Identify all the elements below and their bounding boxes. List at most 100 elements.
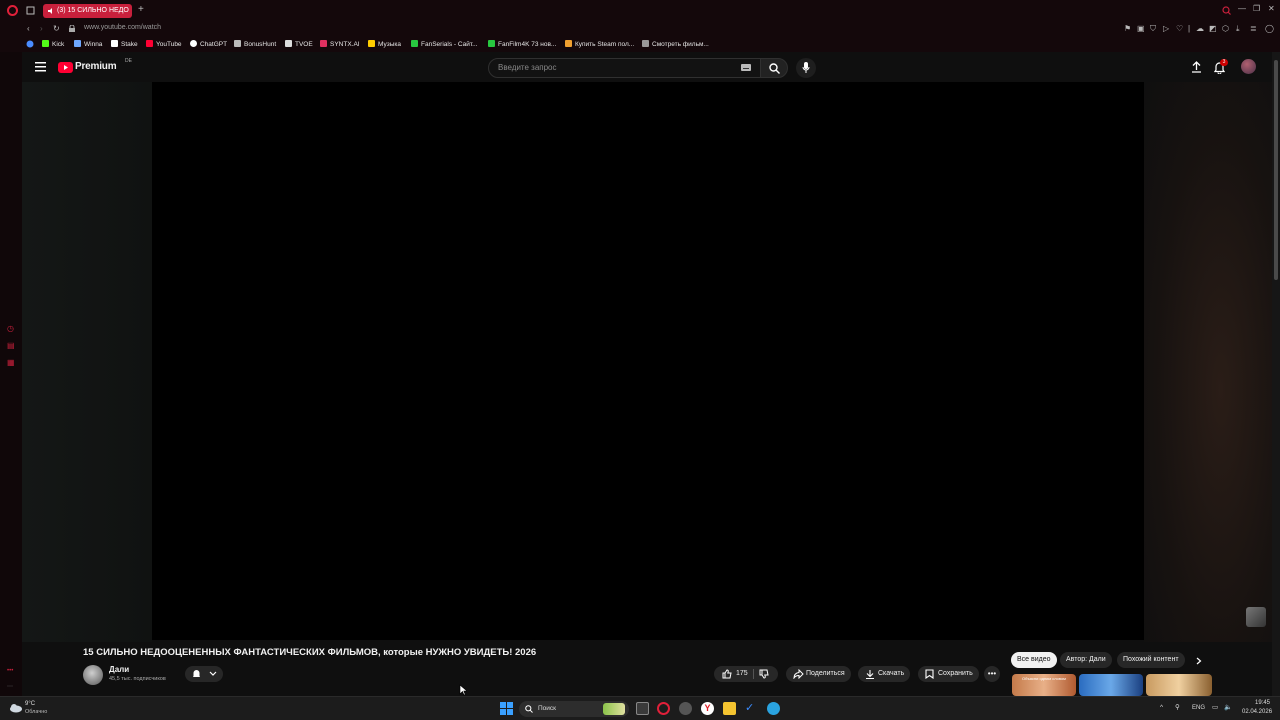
speed-dial-icon[interactable] bbox=[26, 40, 34, 48]
taskbar-search[interactable]: Поиск bbox=[519, 701, 629, 717]
share-button[interactable]: Поделиться bbox=[786, 666, 851, 682]
clock-time[interactable]: 19:45 bbox=[1255, 700, 1270, 706]
opera-taskbar-icon[interactable] bbox=[657, 702, 670, 715]
steam-shop-icon bbox=[565, 40, 572, 47]
bookmark-item[interactable]: Stake bbox=[111, 40, 138, 49]
windows-start-icon[interactable] bbox=[500, 702, 513, 715]
avatar[interactable] bbox=[1241, 59, 1256, 74]
task-view-icon[interactable] bbox=[636, 702, 649, 715]
channel-avatar[interactable] bbox=[83, 665, 103, 685]
tab-menu-icon[interactable] bbox=[26, 6, 35, 15]
scrollbar-thumb[interactable] bbox=[1274, 60, 1278, 280]
search-icon bbox=[525, 705, 533, 713]
search-input[interactable]: Введите запрос bbox=[488, 58, 772, 78]
channel-watermark[interactable] bbox=[1246, 607, 1266, 627]
bell-icon bbox=[193, 670, 200, 677]
bookmark-item[interactable]: FanFilm4K 73 нов... bbox=[488, 40, 556, 49]
bookmark-item[interactable]: YouTube bbox=[146, 40, 182, 49]
page-scrollbar[interactable] bbox=[1272, 52, 1280, 696]
weather-temp[interactable]: 9°C bbox=[25, 701, 35, 707]
play-icon[interactable]: ▷ bbox=[1163, 24, 1169, 34]
forward-button[interactable]: › bbox=[40, 24, 43, 34]
bookmark-item[interactable]: Смотреть фильм... bbox=[642, 40, 709, 49]
maximize-button[interactable]: ❐ bbox=[1253, 4, 1260, 14]
shield-icon[interactable]: ⛉ bbox=[1150, 24, 1156, 34]
voice-search-button[interactable] bbox=[796, 58, 816, 78]
bookmark-item[interactable]: Музыка bbox=[368, 40, 401, 49]
file-explorer-icon[interactable] bbox=[723, 702, 736, 715]
opera-logo-icon[interactable] bbox=[7, 5, 18, 16]
tray-app-icon[interactable]: ⚲ bbox=[1175, 703, 1180, 711]
bookmark-item[interactable]: BonusHunt bbox=[234, 40, 276, 49]
tray-overflow-icon[interactable]: ^ bbox=[1160, 704, 1163, 711]
video-player[interactable] bbox=[152, 82, 1144, 640]
extension-icon[interactable]: ◩ bbox=[1209, 24, 1217, 34]
bookmark-item[interactable]: ChatGPT bbox=[190, 40, 227, 49]
snapshot-icon[interactable]: ▣ bbox=[1137, 24, 1145, 34]
bookmark-item[interactable]: Kick bbox=[42, 40, 64, 49]
related-thumbnail[interactable]: Объясни одним словом bbox=[1012, 674, 1076, 696]
history-icon[interactable]: ◷ bbox=[7, 324, 14, 334]
clock-date[interactable]: 02.04.2026 bbox=[1242, 709, 1272, 715]
thumbs-up-icon[interactable] bbox=[722, 669, 732, 679]
language-indicator[interactable]: ENG bbox=[1192, 705, 1205, 711]
chip-all-videos[interactable]: Все видео bbox=[1011, 652, 1057, 668]
active-tab[interactable]: (3) 15 СИЛЬНО НЕДО bbox=[43, 4, 132, 18]
bookmark-item[interactable]: TVOE bbox=[285, 40, 313, 49]
save-button[interactable]: Сохранить bbox=[918, 666, 979, 682]
weather-desc[interactable]: Облачно bbox=[25, 709, 47, 715]
vscode-icon[interactable]: ✓ bbox=[745, 702, 758, 715]
chip-author[interactable]: Автор: Дали bbox=[1060, 652, 1112, 668]
back-button[interactable]: ‹ bbox=[27, 24, 30, 34]
pinboard-icon[interactable]: ▦ bbox=[7, 358, 15, 368]
related-thumbnail[interactable] bbox=[1079, 674, 1143, 696]
profile-icon[interactable]: ◯ bbox=[1265, 24, 1274, 34]
related-thumbnail[interactable] bbox=[1146, 674, 1212, 696]
search-button[interactable] bbox=[760, 58, 788, 78]
bookmark-icon[interactable]: ⚑ bbox=[1124, 24, 1131, 34]
keyboard-icon[interactable] bbox=[741, 64, 751, 72]
weather-cloud-icon[interactable] bbox=[9, 703, 23, 713]
more-actions-button[interactable]: ••• bbox=[984, 666, 1000, 682]
like-count[interactable]: 175 bbox=[736, 666, 748, 682]
channel-name[interactable]: Дали bbox=[109, 665, 129, 674]
sidebar-more-icon[interactable]: ••• bbox=[7, 666, 13, 676]
bag-icon[interactable]: ▤ bbox=[7, 341, 15, 351]
ambient-glow-left bbox=[22, 82, 152, 642]
notifications-button[interactable]: 3 bbox=[1214, 59, 1228, 74]
subscription-button[interactable] bbox=[185, 666, 223, 682]
url-field[interactable]: www.youtube.com/watch bbox=[84, 24, 161, 31]
speaker-icon bbox=[48, 8, 52, 14]
thumbs-down-icon[interactable] bbox=[759, 669, 769, 679]
chip-related[interactable]: Похожий контент bbox=[1117, 652, 1185, 668]
yandex-browser-icon[interactable]: Y bbox=[701, 702, 714, 715]
download-icon[interactable]: ⤓ bbox=[1236, 24, 1240, 34]
bookmark-item[interactable]: FanSerials - Сайт... bbox=[411, 40, 478, 49]
sidebar-settings-icon[interactable]: ⋯ bbox=[7, 682, 13, 692]
bookmark-item[interactable]: SYNTX.AI bbox=[320, 40, 360, 49]
bookmark-item[interactable]: Winna bbox=[74, 40, 102, 49]
download-button[interactable]: Скачать bbox=[858, 666, 911, 682]
easy-setup-icon[interactable]: ≣ bbox=[1250, 24, 1257, 34]
chevron-right-icon[interactable] bbox=[1196, 657, 1202, 665]
vpn-icon[interactable]: ☁ bbox=[1196, 24, 1204, 34]
youtube-icon bbox=[146, 40, 153, 47]
volume-icon[interactable]: 🔈 bbox=[1224, 703, 1232, 711]
fanfilm-icon bbox=[488, 40, 495, 47]
network-icon[interactable]: ▭ bbox=[1212, 703, 1218, 711]
site-info-icon[interactable] bbox=[68, 25, 76, 33]
heart-icon[interactable]: ♡ bbox=[1176, 24, 1183, 34]
minimize-button[interactable]: — bbox=[1238, 4, 1246, 14]
extensions-icon[interactable]: ⬡ bbox=[1222, 24, 1229, 34]
menu-icon[interactable] bbox=[35, 62, 47, 72]
kick-icon bbox=[42, 40, 49, 47]
bookmark-item[interactable]: Купить Steam пол... bbox=[565, 40, 634, 49]
telegram-icon[interactable] bbox=[767, 702, 780, 715]
app-taskbar-icon[interactable] bbox=[679, 702, 692, 715]
search-tabs-icon[interactable] bbox=[1222, 6, 1231, 15]
reload-button[interactable]: ↻ bbox=[53, 24, 60, 34]
upload-icon[interactable] bbox=[1191, 61, 1202, 73]
save-label: Сохранить bbox=[938, 670, 973, 677]
close-window-button[interactable]: ✕ bbox=[1268, 4, 1275, 14]
new-tab-button[interactable]: + bbox=[138, 5, 144, 15]
